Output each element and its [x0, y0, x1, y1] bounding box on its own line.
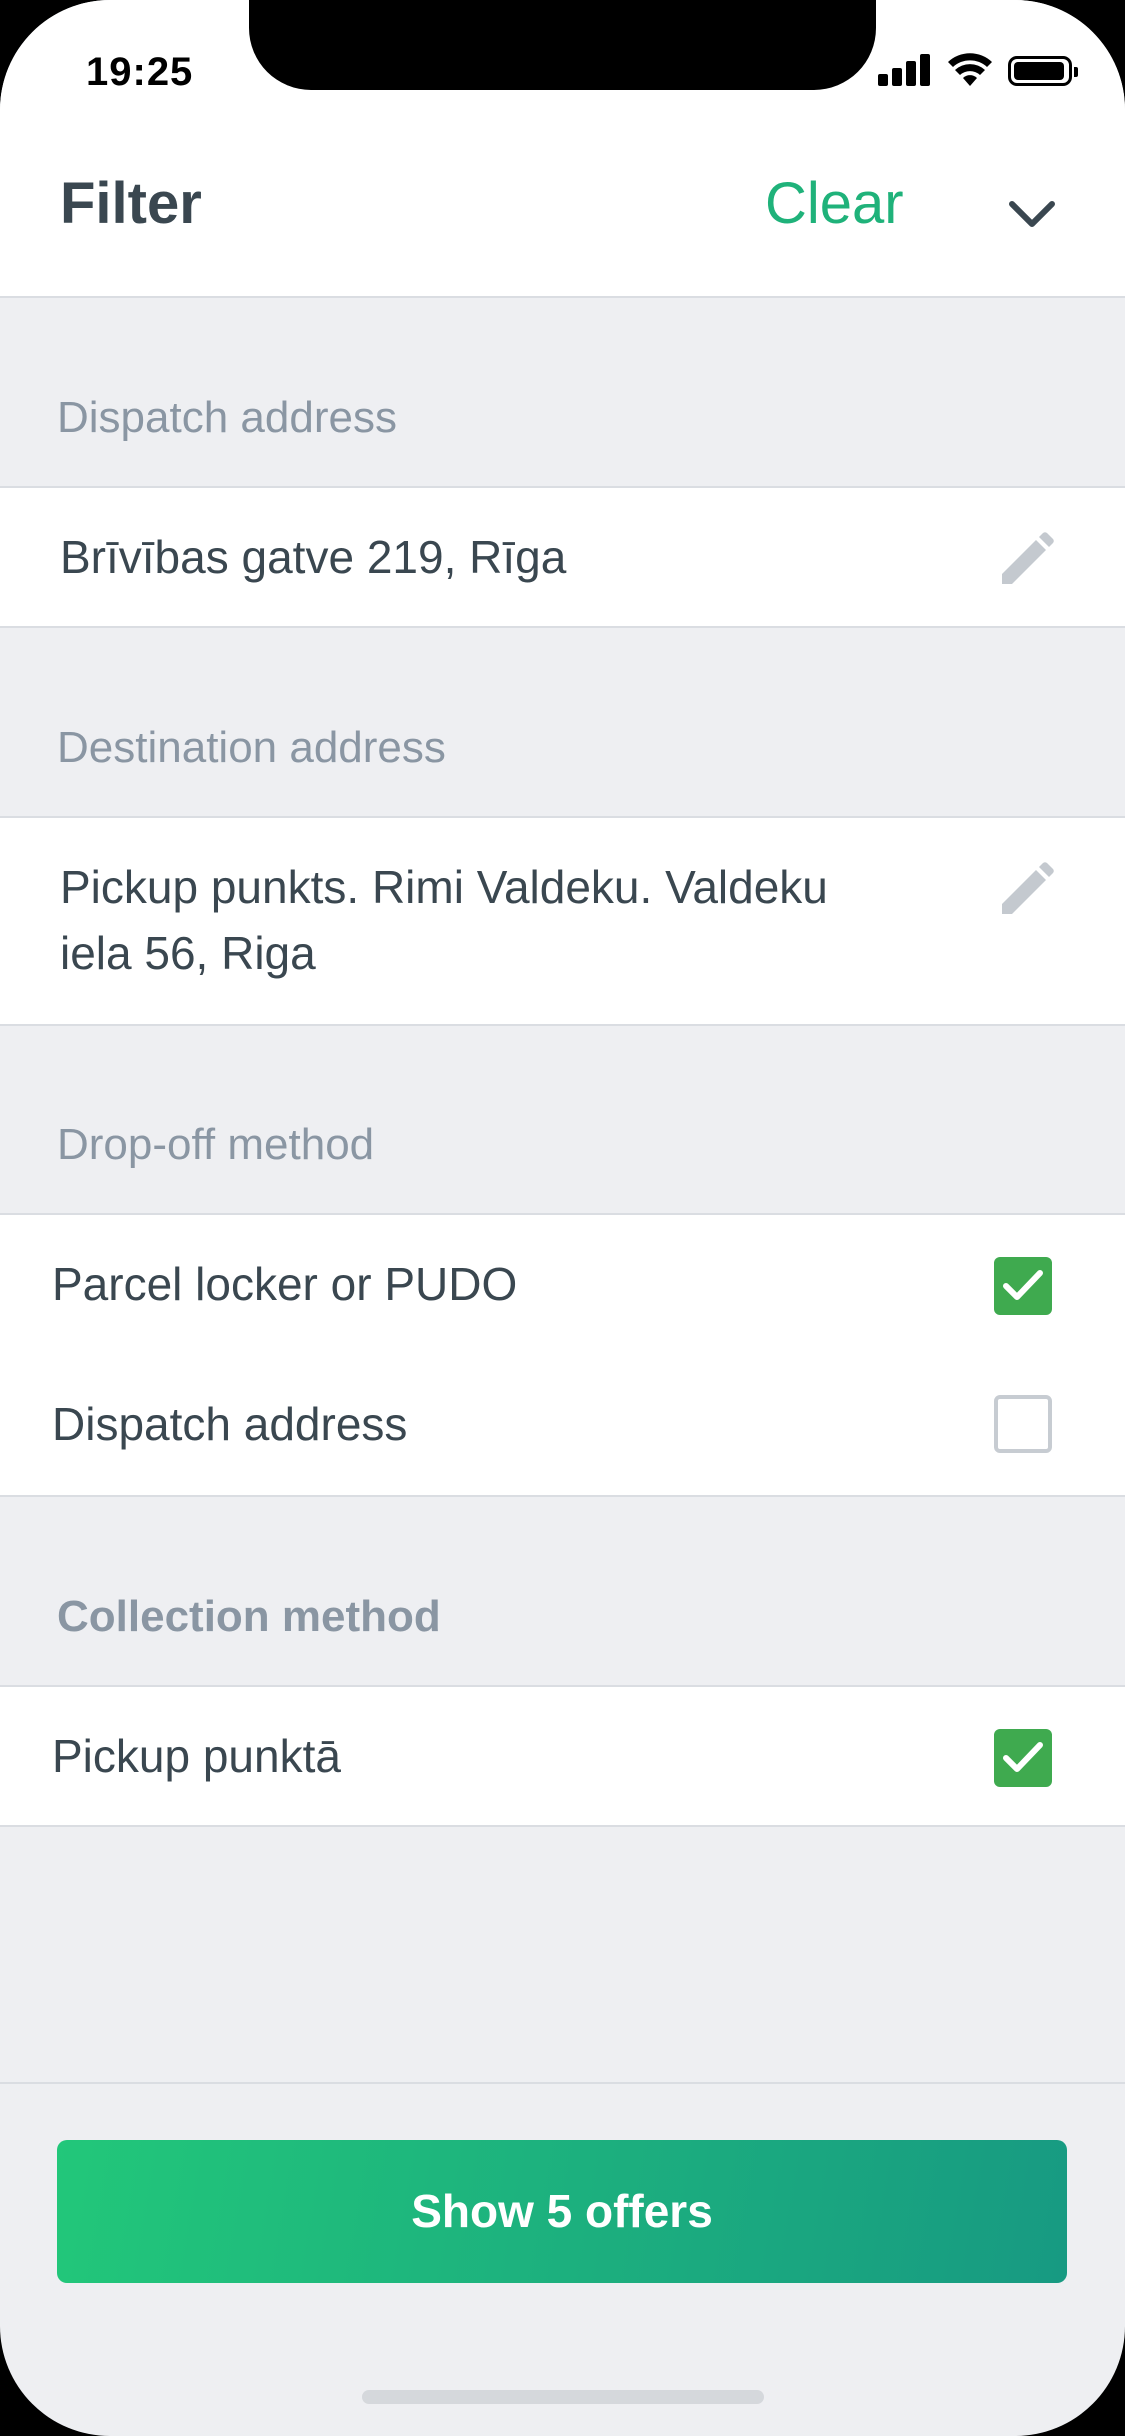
destination-address-line1: Pickup punkts. Rimi Valdeku. Valdeku — [60, 861, 828, 913]
edit-pencil-icon[interactable] — [996, 860, 1056, 920]
dispatch-address-value: Brīvības gatve 219, Rīga — [60, 531, 567, 583]
collection-option-pickup[interactable]: Pickup punktā — [0, 1685, 1125, 1827]
dropoff-option-parcel-locker[interactable]: Parcel locker or PUDO — [0, 1213, 1125, 1355]
divider — [0, 2082, 1125, 2084]
option-label: Dispatch address — [52, 1398, 408, 1450]
collection-method-label: Collection method — [57, 1592, 441, 1641]
status-bar: 19:25 — [0, 0, 1125, 130]
checkbox-checked[interactable] — [994, 1729, 1052, 1787]
filter-header: Filter Clear — [0, 130, 1125, 298]
checkbox-unchecked[interactable] — [994, 1395, 1052, 1453]
home-indicator[interactable] — [362, 2390, 764, 2404]
dropoff-option-dispatch-address[interactable]: Dispatch address — [0, 1353, 1125, 1497]
battery-icon — [1008, 56, 1078, 86]
destination-address-row[interactable]: Pickup punkts. Rimi Valdeku. Valdeku iel… — [0, 816, 1125, 1026]
option-label: Parcel locker or PUDO — [52, 1258, 518, 1310]
checkmark-icon — [1003, 1270, 1043, 1300]
cellular-signal-icon — [878, 50, 934, 90]
dropoff-method-label: Drop-off method — [57, 1120, 375, 1169]
wifi-icon — [948, 53, 992, 86]
dispatch-address-label: Dispatch address — [57, 393, 397, 442]
destination-address-line2: iela 56, Riga — [60, 927, 316, 979]
checkmark-icon — [1003, 1742, 1043, 1772]
page-title: Filter — [60, 171, 202, 236]
status-icons — [878, 50, 1078, 90]
option-label: Pickup punktā — [52, 1730, 341, 1782]
destination-address-label: Destination address — [57, 723, 446, 772]
clear-button[interactable]: Clear — [765, 170, 904, 237]
notch — [249, 0, 876, 90]
phone-screen: 19:25 Filter Clear Dispatch address Brīv… — [0, 0, 1125, 2436]
chevron-down-icon[interactable] — [1000, 182, 1064, 246]
dispatch-address-row[interactable]: Brīvības gatve 219, Rīga — [0, 486, 1125, 628]
edit-pencil-icon[interactable] — [996, 530, 1056, 590]
checkbox-checked[interactable] — [994, 1257, 1052, 1315]
status-time: 19:25 — [86, 50, 194, 94]
show-offers-button[interactable]: Show 5 offers — [57, 2140, 1067, 2283]
